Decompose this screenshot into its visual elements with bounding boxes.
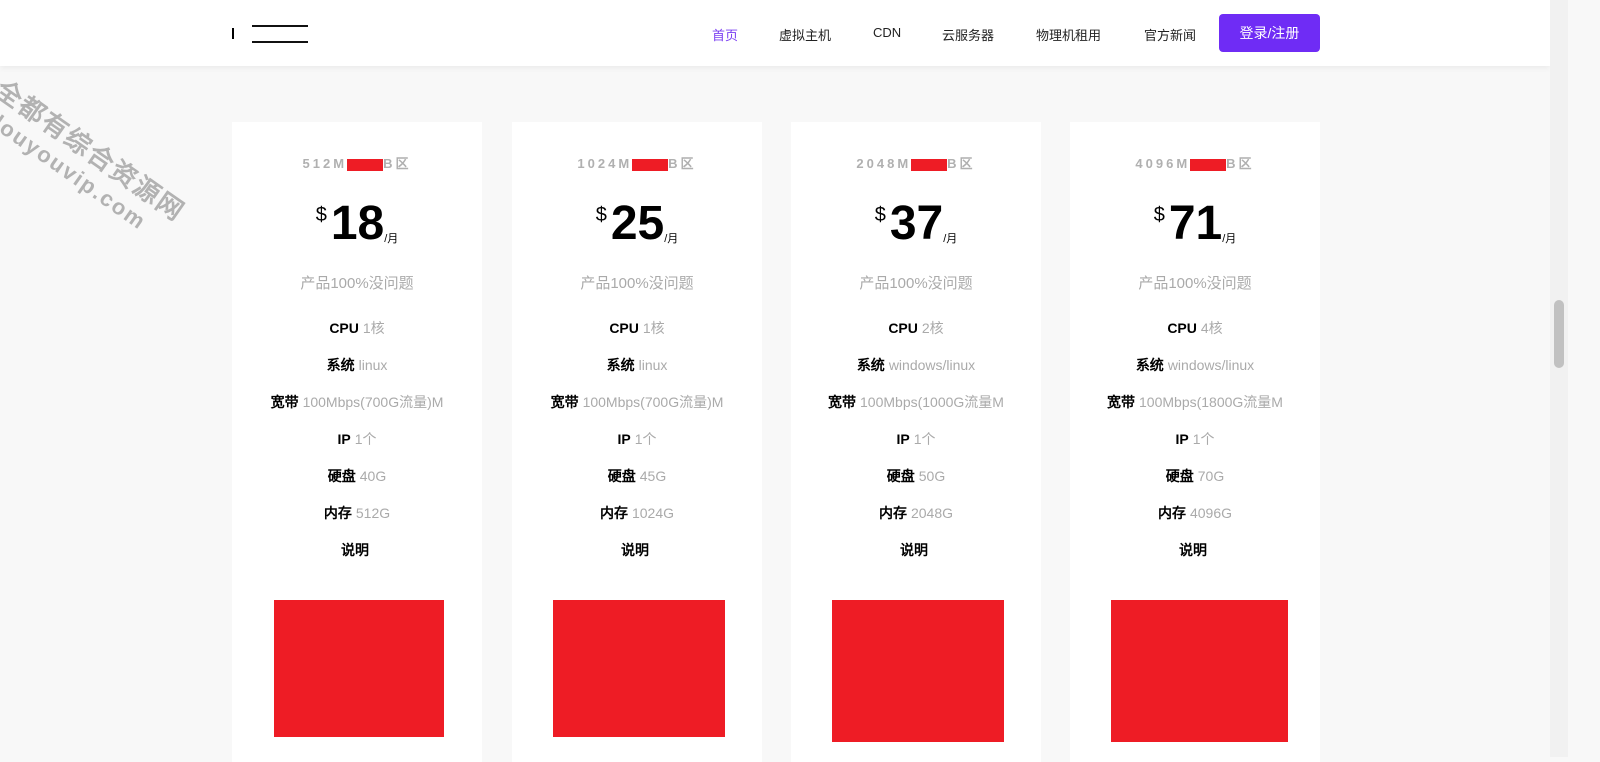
plan-feature: CPU 1核 <box>329 320 385 336</box>
plan-feature: 内存 1024G <box>599 505 675 521</box>
plan-feature: IP 1个 <box>1175 431 1215 447</box>
plan-feature: 说明 <box>1179 542 1207 558</box>
nav-cdn[interactable]: CDN <box>873 25 901 40</box>
nav-virtual-host[interactable]: 虚拟主机 <box>779 25 831 44</box>
plan-features: CPU 4核系统 windows/linux 宽带 100Mbps(1800G流量M IP… <box>1095 315 1295 574</box>
plan-feature: 系统 windows/linux <box>856 357 976 373</box>
plan-feature: CPU 2核 <box>888 320 944 336</box>
plan-feature: 硬盘 45G <box>607 468 667 484</box>
plan-title: 4096M B区 <box>1135 156 1255 171</box>
plan-feature: 硬盘 40G <box>327 468 387 484</box>
nav-physical-server[interactable]: 物理机租用 <box>1036 25 1101 44</box>
plan-feature: 系统 linux <box>326 357 388 373</box>
plan-title: 1024M B区 <box>577 156 697 171</box>
watermark: 全都有综合资源网 douyouvip.com <box>0 74 191 235</box>
plan-feature: 宽带 100Mbps(700G流量)M <box>550 394 724 410</box>
plan-price: $18/月 <box>315 197 399 250</box>
plan-price: $25/月 <box>595 197 679 250</box>
redaction <box>832 600 1004 742</box>
plan-feature: IP 1个 <box>617 431 657 447</box>
redaction <box>553 600 725 737</box>
plan-title: 2048M B区 <box>856 156 976 171</box>
plan-feature: 宽带 100Mbps(1800G流量M <box>1107 394 1283 410</box>
nav-news[interactable]: 官方新闻 <box>1144 25 1196 44</box>
logo[interactable] <box>232 22 312 44</box>
plan-feature: 内存 512G <box>323 505 391 521</box>
nav-cloud-server[interactable]: 云服务器 <box>942 25 994 44</box>
plan-price: $71/月 <box>1153 197 1237 250</box>
plan-subtitle: 产品100%没问题 <box>859 275 973 292</box>
nav-home[interactable]: 首页 <box>712 25 738 44</box>
plan-features: CPU 1核系统 linux 宽带 100Mbps(700G流量)M IP 1个硬盘 40G 内… <box>257 315 457 574</box>
plan-features: CPU 2核系统 windows/linux 宽带 100Mbps(1000G流量M IP… <box>816 315 1016 574</box>
scrollbar[interactable] <box>1550 0 1568 757</box>
plan-feature: 说明 <box>900 542 928 558</box>
plan-feature: 硬盘 70G <box>1165 468 1225 484</box>
plan-subtitle: 产品100%没问题 <box>1138 275 1252 292</box>
plan-feature: 内存 2048G <box>878 505 954 521</box>
plan-feature: 宽带 100Mbps(1000G流量M <box>828 394 1004 410</box>
plan-title: 512M B区 <box>302 156 412 171</box>
plan-feature: IP 1个 <box>896 431 936 447</box>
plan-subtitle: 产品100%没问题 <box>300 275 414 292</box>
plan-feature: 宽带 100Mbps(700G流量)M <box>270 394 444 410</box>
plan-feature: 内存 4096G <box>1157 505 1233 521</box>
plan-feature: 硬盘 50G <box>886 468 946 484</box>
plan-price: $37/月 <box>874 197 958 250</box>
plan-feature: CPU 1核 <box>609 320 665 336</box>
login-register-button[interactable]: 登录/注册 <box>1219 14 1320 52</box>
plan-feature: 系统 linux <box>606 357 668 373</box>
scrollbar-thumb[interactable] <box>1554 300 1564 368</box>
header: 首页 虚拟主机 CDN 云服务器 物理机租用 官方新闻 登录/注册 <box>0 0 1550 66</box>
plan-subtitle: 产品100%没问题 <box>580 275 694 292</box>
plan-feature: 系统 windows/linux <box>1135 357 1255 373</box>
redaction <box>1111 600 1288 742</box>
plan-features: CPU 1核系统 linux 宽带 100Mbps(700G流量)M IP 1个硬盘 45G 内… <box>537 315 737 574</box>
plan-feature: 说明 <box>621 542 649 558</box>
plan-feature: IP 1个 <box>337 431 377 447</box>
redaction <box>274 600 444 737</box>
plan-feature: CPU 4核 <box>1167 320 1223 336</box>
plan-feature: 说明 <box>341 542 369 558</box>
